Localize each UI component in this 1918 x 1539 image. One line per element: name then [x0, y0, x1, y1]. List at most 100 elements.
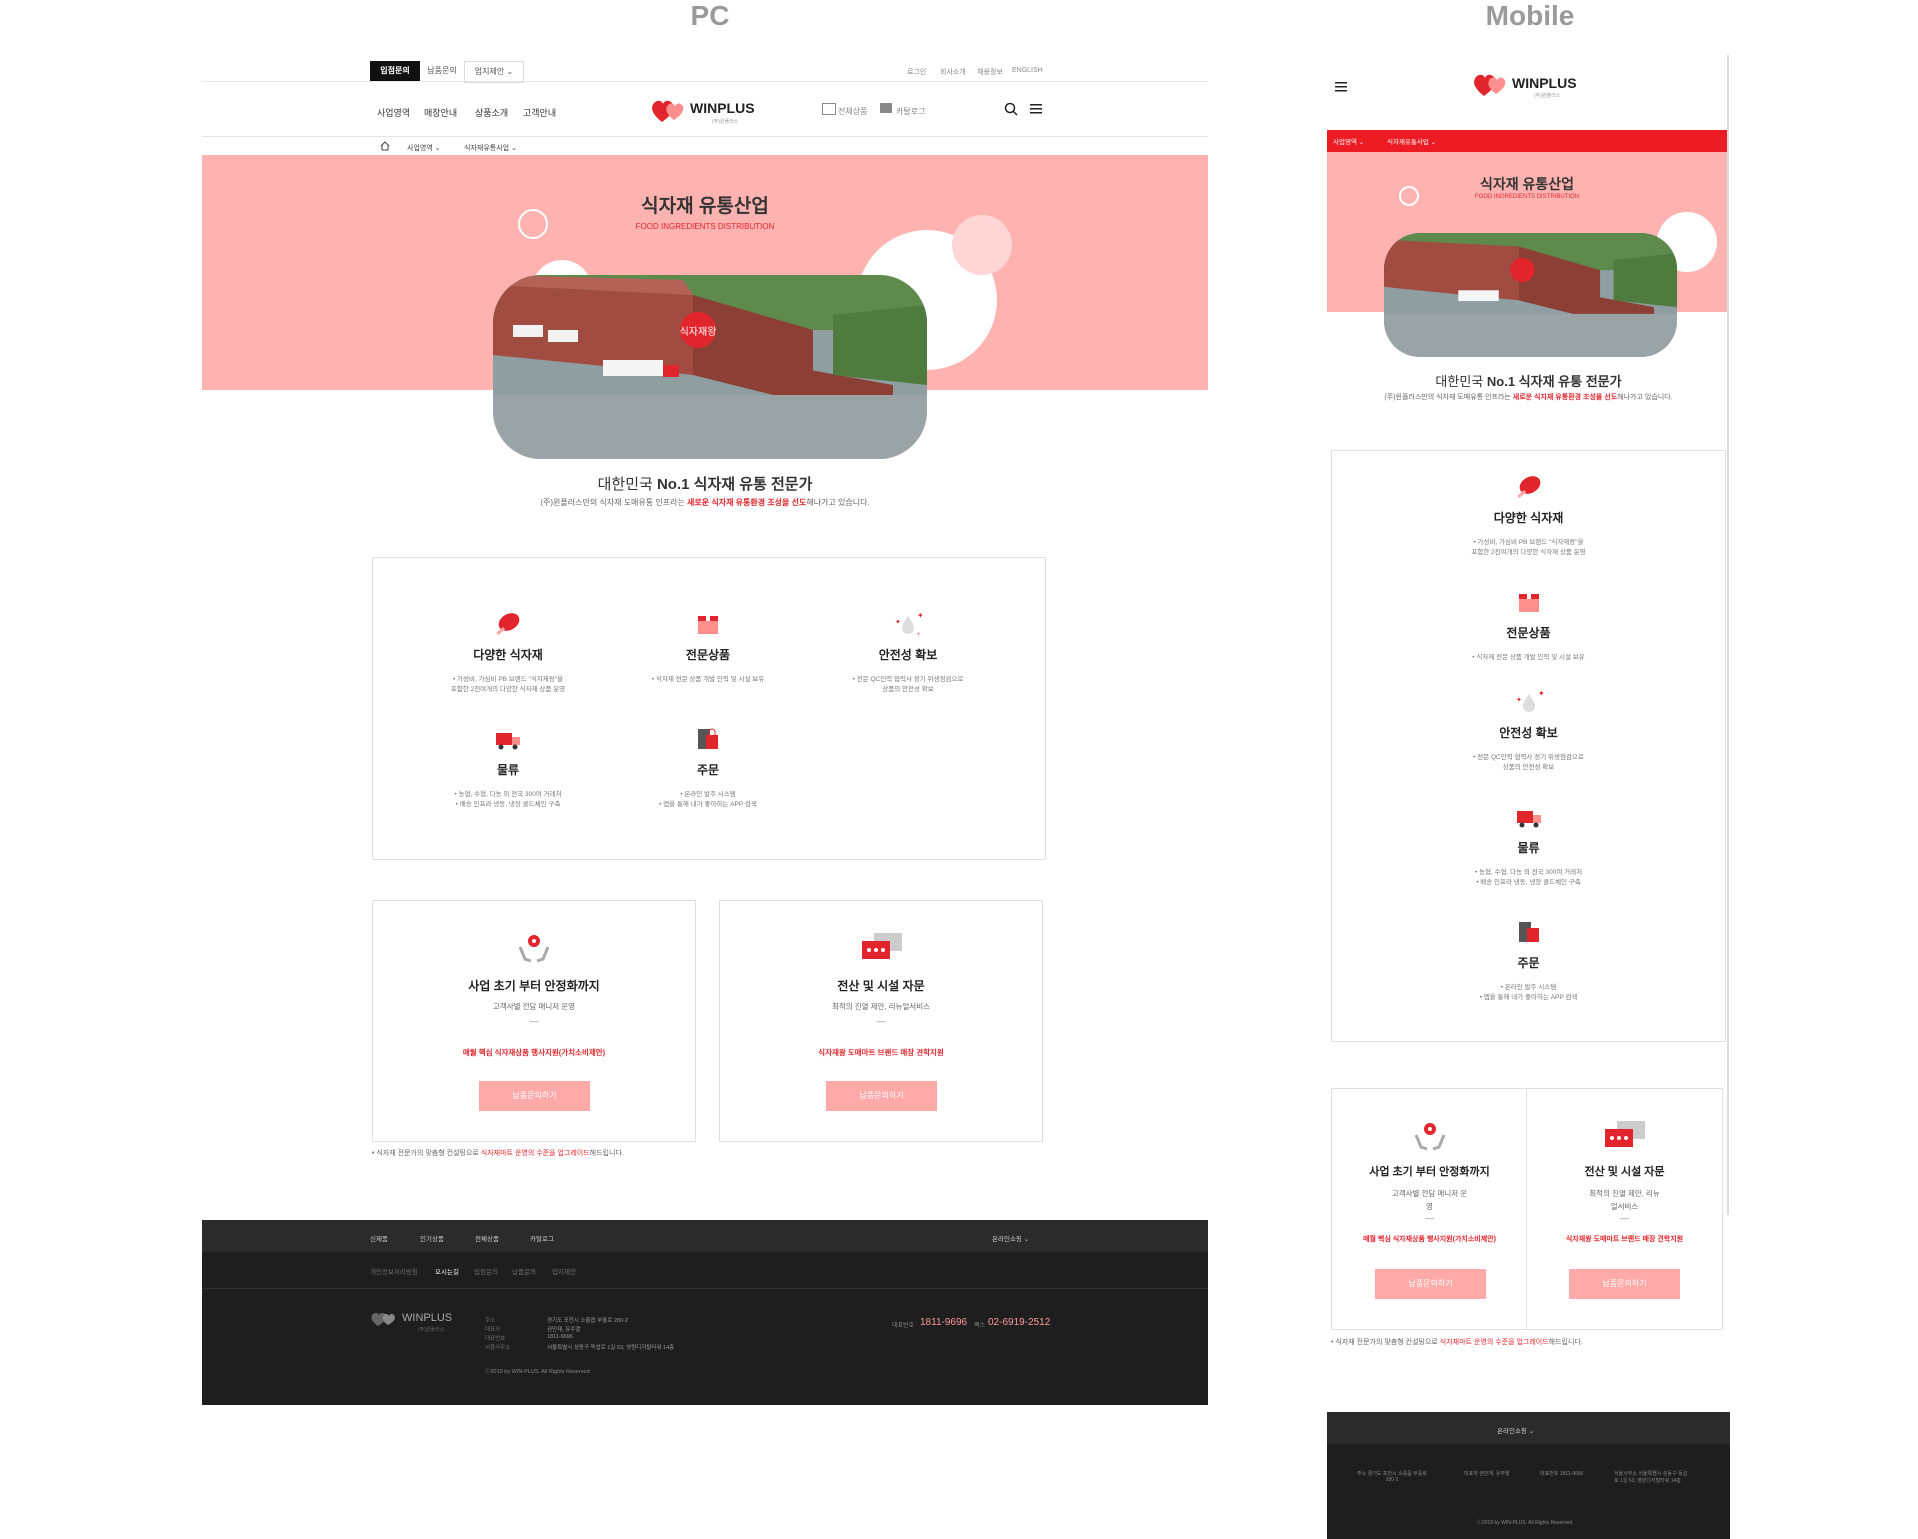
feature-title: 전문상품: [685, 648, 731, 662]
consult-note: • 식자재 전문가의 맞춤형 컨설팅으로 식자재마트 운영의 수준을 업그레이드…: [372, 1148, 624, 1158]
feature-order: 주문 • 온라인 발주 시스템 • 앱을 통해 내가 좋아하는 APP 검색: [1332, 916, 1725, 1003]
consult-title: 사업 초기 부터 안정화까지: [1369, 1166, 1490, 1178]
pc-label: PC: [690, 0, 730, 31]
about-link[interactable]: 회사소개: [940, 67, 966, 77]
feature-title: 다양한 식자재: [1493, 511, 1564, 525]
proposal-select-value: 업지제안: [474, 67, 505, 76]
copyright: ⓒ2019 by WIN-PLUS. All Rights Reserved.: [485, 1369, 592, 1375]
consult-card-start: 사업 초기 부터 안정화까지 고객사별 전담 매니저 운영 — 매월 핵심 식자…: [372, 900, 696, 1142]
hands-gear-icon: [518, 935, 550, 963]
hearts-logo-icon: [1474, 74, 1506, 96]
breadcrumb-business-label: 사업영역: [1333, 139, 1357, 146]
note-prefix: • 식자재 전문가의 맞춤형 컨설팅으로: [1331, 1339, 1438, 1346]
nav-stores[interactable]: 매장안내: [424, 106, 457, 119]
footer-menu-catalog[interactable]: 카탈로그: [530, 1233, 554, 1243]
warehouse-sign: 식자재왕: [680, 326, 717, 338]
footer-policy-row: 개인정보처리방침 오시는길 입점문의 납품문의 업지제안: [202, 1252, 1208, 1289]
login-link[interactable]: 로그인: [907, 67, 926, 77]
intro-headline-bold: No.1 식자재 유통 전문가: [1486, 374, 1622, 389]
nav-business[interactable]: 사업영역: [377, 106, 410, 119]
breadcrumb-food[interactable]: 식자재유통사업 ⌄: [464, 143, 517, 153]
privacy-link[interactable]: 개인정보처리방침: [370, 1266, 418, 1276]
supply-inquiry-button[interactable]: 납품문의하기: [826, 1081, 937, 1111]
feature-safety: ✦ ✦ ✦ 안전성 확보 • 전문 QC인력 협력사 정기 위생점검으로 상품의 안…: [818, 608, 998, 695]
breadcrumb-food[interactable]: 식자재유통사업 ⌄: [1387, 136, 1436, 146]
proposal-link[interactable]: 업지제안: [552, 1266, 576, 1276]
home-icon[interactable]: [380, 141, 390, 151]
intro-body: (주)윈플러스만의 식자재 도매유통 인프라는 새로운 식자재 유통환경 조성을…: [1327, 392, 1730, 402]
svg-text:✦: ✦: [1516, 696, 1522, 704]
nav-customer[interactable]: 고객안내: [523, 106, 556, 119]
english-link[interactable]: ENGLISH: [1012, 67, 1043, 74]
nav-products[interactable]: 상품소개: [475, 106, 508, 119]
intro-body-suffix: 해나가고 있습니다.: [806, 498, 870, 507]
consult-highlight: 매월 핵심 식자재상품 행사지원(가치소비제안): [1363, 1236, 1496, 1243]
careers-link[interactable]: 채용정보: [977, 67, 1003, 77]
consult-divider: —: [1425, 1213, 1434, 1223]
online-shop-select[interactable]: 온라인쇼핑 ⌄: [992, 1233, 1029, 1243]
directions-link[interactable]: 오시는길: [435, 1266, 459, 1276]
meat-icon: [1516, 476, 1540, 499]
feature-variety: 다양한 식자재 • 가성비, 가심비 PB 브랜드 "식자재왕"을 포함한 2천…: [418, 608, 598, 695]
search-icon[interactable]: [1004, 102, 1018, 116]
feature-title: 전문상품: [1506, 626, 1551, 640]
info-ceo: 권민재, 유주열: [547, 1327, 581, 1333]
mobile-page: WINPLUS (주)윈플러스 사업영역 ⌄ 식자재유통사업 ⌄ 식자재 유통산…: [1327, 55, 1730, 1539]
footer-logo: WINPLUS (주)윈플러스: [370, 1310, 460, 1333]
warehouse-image: 식자재왕: [493, 275, 927, 459]
hero-title: 식자재 유통산업: [641, 196, 769, 217]
online-shop-select[interactable]: 온라인쇼핑 ⌄: [1497, 1425, 1534, 1435]
winplus-logo[interactable]: WINPLUS (주)윈플러스: [650, 96, 765, 130]
footer-menu-all[interactable]: 전체상품: [475, 1233, 499, 1243]
hero-subtitle: FOOD INGREDIENTS DISTRIBUTION: [635, 222, 775, 231]
info-label-ceo: 대표자: [485, 1327, 501, 1333]
note-suffix: 해드립니다.: [1548, 1339, 1583, 1346]
hands-gear-icon: [1414, 1123, 1446, 1151]
footer: 신제품 인기상품 전체상품 카탈로그 온라인쇼핑 ⌄ 개인정보처리방침 오시는길…: [202, 1220, 1208, 1405]
tab-supply-inquiry[interactable]: 납품문의: [422, 61, 462, 81]
footer-menu-bar: 신제품 인기상품 전체상품 카탈로그 온라인쇼핑 ⌄: [202, 1220, 1208, 1252]
consult-divider: —: [1620, 1213, 1629, 1223]
menu-icon[interactable]: [1030, 103, 1042, 115]
mobile-header: WINPLUS (주)윈플러스: [1327, 55, 1727, 130]
sparkle-drop-icon: ✦✦: [1516, 689, 1545, 712]
consult-title: 사업 초기 부터 안정화까지: [468, 979, 600, 993]
footer-menu-popular[interactable]: 인기상품: [420, 1233, 444, 1243]
consult-sub: 최적의 진열 제안, 리뉴얼서비스: [831, 1002, 931, 1011]
tel-number[interactable]: 1811-9696: [920, 1317, 967, 1328]
nav-all-products[interactable]: 전체상품: [838, 106, 867, 117]
feature-title: 주문: [1517, 956, 1540, 970]
feature-title: 다양한 식자재: [473, 648, 543, 662]
menu-icon[interactable]: [1335, 81, 1347, 93]
intro-headline-prefix: 대한민국: [1435, 374, 1484, 389]
nav-catalog[interactable]: 카탈로그: [896, 106, 925, 117]
box-icon: [698, 616, 718, 634]
mobile-scrollbar[interactable]: [1727, 55, 1729, 1215]
proposal-select[interactable]: 업지제안 ⌄: [464, 61, 524, 83]
feature-desc: • 전문 QC인력 협력사 정기 위생점검으로 상품의 안전성 확보: [852, 676, 964, 693]
breadcrumb: 사업영역 ⌄ 식자재유통사업 ⌄: [202, 137, 1208, 157]
chat-icon: [862, 933, 902, 959]
tel-label: 대표번호: [892, 1323, 915, 1329]
consult-title: 전산 및 시설 자문: [837, 979, 925, 993]
feature-title: 안전성 확보: [878, 648, 938, 662]
info-tel: 1811-9696: [547, 1334, 573, 1340]
mobile-features-box: 다양한 식자재 • 가성비, 가심비 PB 브랜드 "식자재왕"을 포함한 2천…: [1331, 450, 1726, 1042]
store-inquiry-link[interactable]: 입점문의: [474, 1266, 498, 1276]
supply-inquiry-link[interactable]: 납품문의: [512, 1266, 536, 1276]
svg-text:✦: ✦: [895, 618, 901, 626]
breadcrumb-business[interactable]: 사업영역 ⌄: [1333, 136, 1364, 146]
supply-inquiry-button[interactable]: 납품문의하기: [479, 1081, 590, 1111]
breadcrumb-business[interactable]: 사업영역 ⌄: [407, 143, 441, 153]
winplus-logo[interactable]: WINPLUS (주)윈플러스: [1472, 70, 1592, 104]
supply-inquiry-button[interactable]: 납품문의하기: [1569, 1269, 1680, 1299]
mobile-breadcrumb: 사업영역 ⌄ 식자재유통사업 ⌄: [1327, 130, 1727, 152]
note-suffix: 해드립니다.: [589, 1150, 624, 1157]
footer-menu-new[interactable]: 신제품: [370, 1233, 388, 1243]
chevron-down-icon: ⌄: [506, 67, 514, 76]
feature-desc: • 온라인 발주 시스템 • 앱을 통해 내가 좋아하는 APP 검색: [659, 791, 757, 808]
intro-body-prefix: (주)윈플러스만의 식자재 도매유통 인프라는: [540, 498, 685, 507]
info-label-seoul: 서울사무소: [485, 1345, 511, 1351]
tab-store-inquiry[interactable]: 입점문의: [370, 61, 420, 81]
supply-inquiry-button[interactable]: 납품문의하기: [1375, 1269, 1486, 1299]
